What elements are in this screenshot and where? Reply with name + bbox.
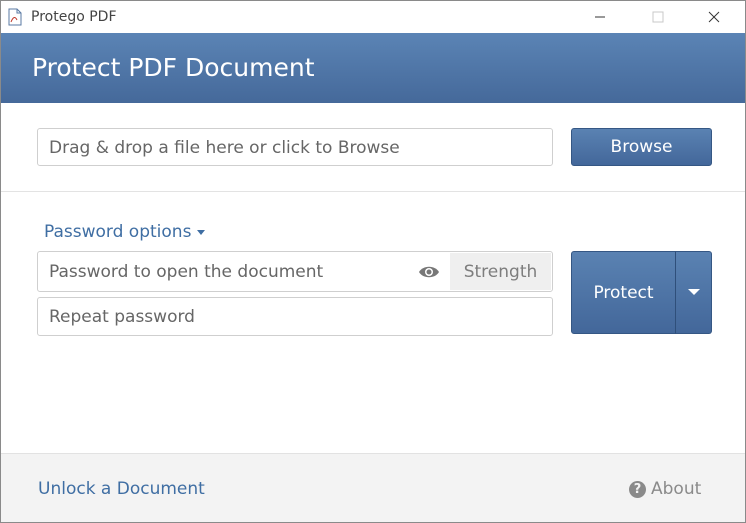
maximize-icon bbox=[652, 11, 664, 23]
password-options-dropdown[interactable]: Password options bbox=[44, 222, 206, 242]
protect-button[interactable]: Protect bbox=[571, 251, 676, 334]
page-header: Protect PDF Document bbox=[1, 33, 745, 103]
section-divider bbox=[1, 191, 745, 192]
app-window: Protego PDF Protect PDF Document Drag & … bbox=[0, 0, 746, 523]
close-button[interactable] bbox=[691, 1, 737, 33]
about-label: About bbox=[651, 479, 702, 499]
unlock-document-link[interactable]: Unlock a Document bbox=[38, 479, 205, 499]
repeat-password-field[interactable]: Repeat password bbox=[37, 297, 553, 336]
browse-button[interactable]: Browse bbox=[571, 128, 712, 166]
minimize-icon bbox=[595, 16, 605, 18]
title-bar: Protego PDF bbox=[1, 1, 745, 33]
password-options-label: Password options bbox=[44, 222, 192, 242]
caret-down-icon bbox=[197, 229, 206, 235]
question-circle-icon: ? bbox=[629, 480, 646, 498]
password-strength-indicator: Strength bbox=[450, 253, 551, 290]
file-drop-placeholder: Drag & drop a file here or click to Brow… bbox=[49, 138, 400, 158]
repeat-password-placeholder: Repeat password bbox=[49, 307, 195, 327]
password-field[interactable]: Password to open the document Strength bbox=[37, 251, 553, 292]
minimize-button[interactable] bbox=[577, 1, 623, 33]
pdf-document-icon bbox=[8, 8, 22, 26]
window-title: Protego PDF bbox=[31, 9, 117, 25]
protect-options-button[interactable] bbox=[675, 251, 712, 334]
password-placeholder: Password to open the document bbox=[49, 262, 324, 282]
footer-bar: Unlock a Document ? About bbox=[1, 453, 745, 522]
close-icon bbox=[708, 11, 720, 23]
file-drop-input[interactable]: Drag & drop a file here or click to Brow… bbox=[37, 128, 553, 166]
eye-icon[interactable] bbox=[418, 263, 440, 281]
page-title: Protect PDF Document bbox=[32, 53, 315, 82]
about-link[interactable]: ? About bbox=[629, 479, 701, 499]
chevron-down-icon bbox=[687, 289, 700, 295]
maximize-button[interactable] bbox=[635, 1, 681, 33]
